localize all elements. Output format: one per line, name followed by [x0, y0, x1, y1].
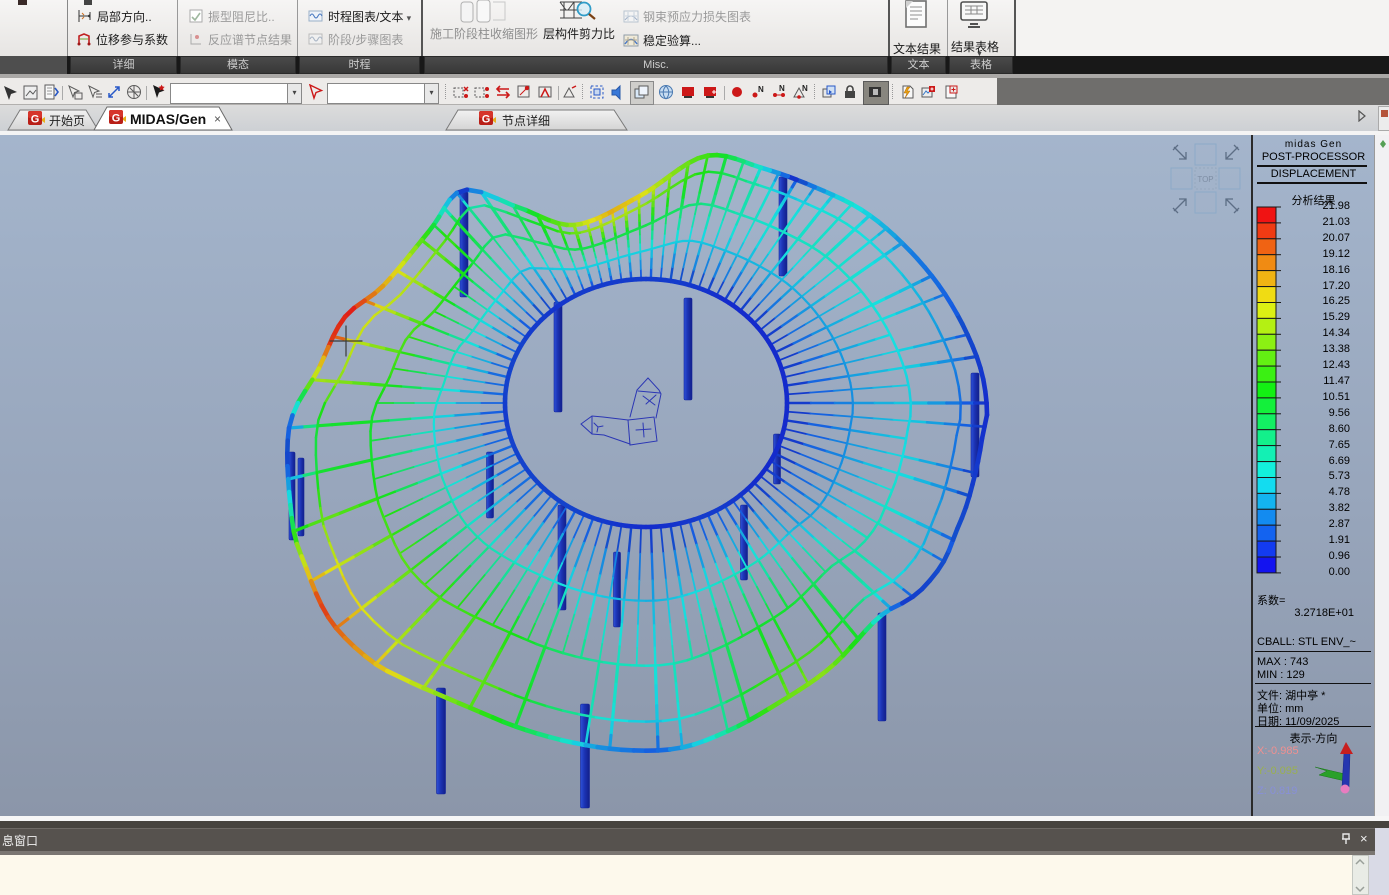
svg-text:N: N [779, 84, 785, 93]
svg-text:G: G [112, 113, 121, 125]
svg-text:N: N [758, 85, 764, 94]
svg-text:N: N [802, 84, 808, 93]
svg-text:G: G [482, 114, 491, 126]
svg-text:G: G [31, 114, 40, 126]
svg-text:TOP: TOP [1197, 175, 1213, 184]
